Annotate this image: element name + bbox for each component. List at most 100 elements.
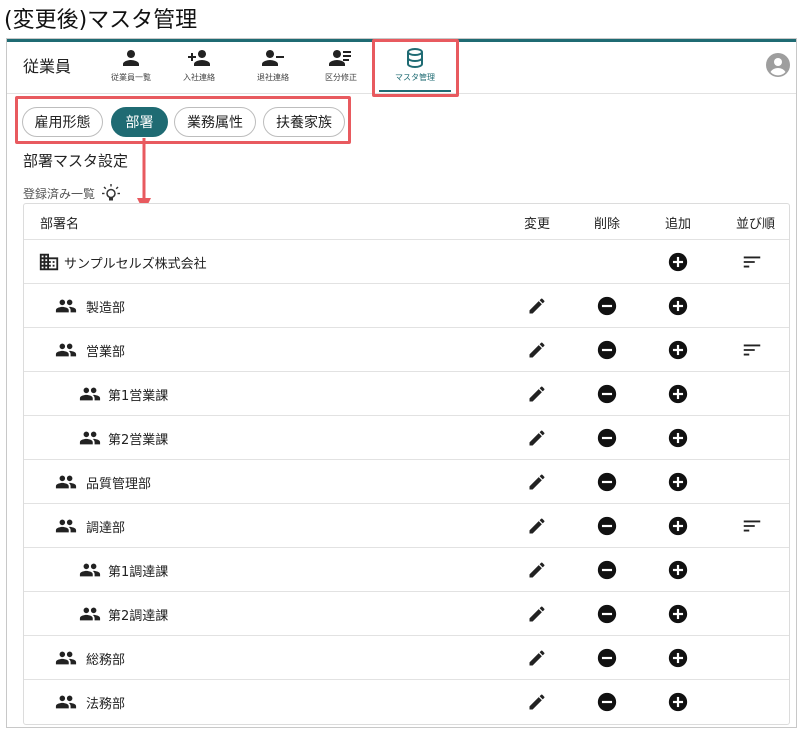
table-body: サンプルセルズ株式会社製造部営業部第1営業課第2営業課品質管理部調達部第1調達課… xyxy=(24,240,789,724)
edit-icon[interactable] xyxy=(526,603,548,625)
department-name: 品質管理部 xyxy=(86,477,152,492)
table-row: 総務部 xyxy=(24,636,789,680)
table-row: 品質管理部 xyxy=(24,460,789,504)
table-row: 調達部 xyxy=(24,504,789,548)
remove-circle-icon[interactable] xyxy=(596,515,618,537)
group-icon xyxy=(54,515,78,541)
remove-circle-icon[interactable] xyxy=(596,339,618,361)
table-row: 第1営業課 xyxy=(24,372,789,416)
group-icon xyxy=(78,603,102,629)
remove-circle-icon[interactable] xyxy=(596,559,618,581)
department-table: 部署名 変更 削除 追加 並び順 サンプルセルズ株式会社製造部営業部第1営業課第… xyxy=(23,203,790,725)
registered-list-heading: 登録済み一覧 xyxy=(23,183,121,203)
header-department-name: 部署名 xyxy=(40,217,80,232)
department-name: 第2調達課 xyxy=(108,609,169,624)
table-row: 第1調達課 xyxy=(24,548,789,592)
database-icon xyxy=(407,48,423,69)
department-name: 総務部 xyxy=(86,653,126,668)
sort-icon[interactable] xyxy=(741,251,763,273)
add-circle-icon[interactable] xyxy=(667,339,689,361)
nav-label: 区分修正 xyxy=(325,73,357,82)
edit-icon[interactable] xyxy=(526,515,548,537)
table-row: サンプルセルズ株式会社 xyxy=(24,240,789,284)
avatar[interactable] xyxy=(766,53,790,77)
annotation-arrow xyxy=(137,138,151,212)
nav-label: 入社連絡 xyxy=(183,73,215,82)
nav-item-master[interactable]: マスタ管理 xyxy=(375,44,455,92)
add-circle-icon[interactable] xyxy=(667,295,689,317)
add-circle-icon[interactable] xyxy=(667,251,689,273)
add-circle-icon[interactable] xyxy=(667,647,689,669)
building-icon xyxy=(38,251,60,277)
edit-icon[interactable] xyxy=(526,383,548,405)
edit-icon[interactable] xyxy=(526,339,548,361)
app-bar: 従業員 従業員一覧 入社連絡 退社連絡 区分修正 マスタ管理 xyxy=(7,42,796,94)
add-circle-icon[interactable] xyxy=(667,515,689,537)
table-row: 営業部 xyxy=(24,328,789,372)
department-name: 製造部 xyxy=(86,301,126,316)
department-name: 法務部 xyxy=(86,697,126,712)
department-name: サンプルセルズ株式会社 xyxy=(64,257,207,272)
edit-icon[interactable] xyxy=(526,647,548,669)
group-icon xyxy=(54,339,78,365)
group-icon xyxy=(78,383,102,409)
department-name: 第1調達課 xyxy=(108,565,169,580)
edit-icon[interactable] xyxy=(526,691,548,713)
app-window: 従業員 従業員一覧 入社連絡 退社連絡 区分修正 マスタ管理 雇用形態 部署 業… xyxy=(6,38,797,728)
remove-circle-icon[interactable] xyxy=(596,647,618,669)
person-icon xyxy=(123,50,139,66)
department-name: 営業部 xyxy=(86,345,126,360)
subheading-label: 登録済み一覧 xyxy=(23,186,96,201)
header-sort: 並び順 xyxy=(736,217,776,232)
person-add-icon xyxy=(188,50,210,66)
table-row: 第2調達課 xyxy=(24,592,789,636)
person-remove-icon xyxy=(262,50,284,66)
app-title: 従業員 xyxy=(23,57,72,76)
active-tab-indicator xyxy=(379,90,451,92)
group-icon xyxy=(54,471,78,497)
add-circle-icon[interactable] xyxy=(667,471,689,493)
group-icon xyxy=(54,295,78,321)
edit-icon[interactable] xyxy=(526,559,548,581)
add-circle-icon[interactable] xyxy=(667,383,689,405)
nav-item-join[interactable]: 入社連絡 xyxy=(159,44,239,92)
remove-circle-icon[interactable] xyxy=(596,295,618,317)
table-header: 部署名 変更 削除 追加 並び順 xyxy=(24,204,789,240)
tab-department[interactable]: 部署 xyxy=(111,107,168,137)
add-circle-icon[interactable] xyxy=(667,427,689,449)
edit-icon[interactable] xyxy=(526,295,548,317)
table-row: 法務部 xyxy=(24,680,789,724)
header-add: 追加 xyxy=(665,217,692,232)
group-icon xyxy=(54,691,78,717)
section-title: 部署マスタ設定 xyxy=(23,152,129,170)
sort-icon[interactable] xyxy=(741,515,763,537)
table-row: 製造部 xyxy=(24,284,789,328)
department-name: 第1営業課 xyxy=(108,389,169,404)
account-icon xyxy=(766,53,790,77)
remove-circle-icon[interactable] xyxy=(596,383,618,405)
add-circle-icon[interactable] xyxy=(667,691,689,713)
remove-circle-icon[interactable] xyxy=(596,427,618,449)
remove-circle-icon[interactable] xyxy=(596,471,618,493)
sort-icon[interactable] xyxy=(741,339,763,361)
remove-circle-icon[interactable] xyxy=(596,603,618,625)
add-circle-icon[interactable] xyxy=(667,603,689,625)
edit-icon[interactable] xyxy=(526,471,548,493)
group-icon xyxy=(78,427,102,453)
nav-label: マスタ管理 xyxy=(395,73,435,82)
lightbulb-icon[interactable] xyxy=(101,183,121,203)
tab-dependents[interactable]: 扶養家族 xyxy=(263,107,345,137)
tab-work-attribute[interactable]: 業務属性 xyxy=(174,107,256,137)
department-name: 第2営業課 xyxy=(108,433,169,448)
page-caption: (変更後)マスタ管理 xyxy=(4,8,198,33)
department-name: 調達部 xyxy=(86,521,126,536)
table-row: 第2営業課 xyxy=(24,416,789,460)
edit-icon[interactable] xyxy=(526,427,548,449)
group-icon xyxy=(78,559,102,585)
person-list-icon xyxy=(329,50,351,66)
header-edit: 変更 xyxy=(524,217,551,232)
remove-circle-icon[interactable] xyxy=(596,691,618,713)
tab-employment-type[interactable]: 雇用形態 xyxy=(22,107,103,137)
nav-item-category-edit[interactable]: 区分修正 xyxy=(301,44,381,92)
add-circle-icon[interactable] xyxy=(667,559,689,581)
